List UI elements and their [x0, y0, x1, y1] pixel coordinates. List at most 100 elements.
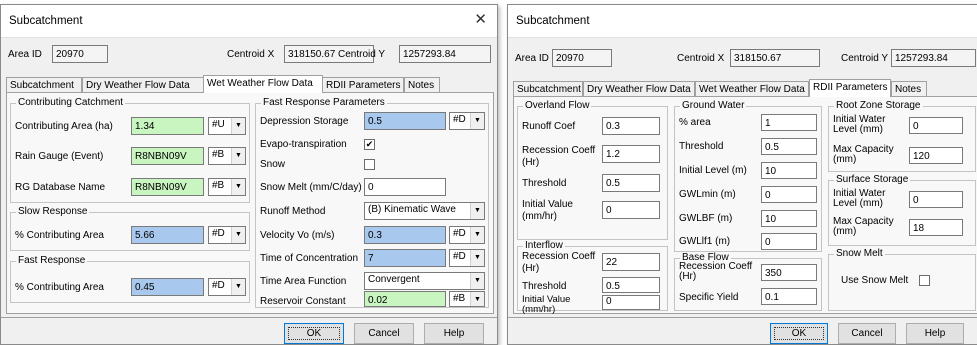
slow-contributing-area-input[interactable]: 5.66: [131, 226, 204, 244]
time-area-function-value: Convergent: [368, 274, 420, 285]
group-title: Snow Melt: [834, 248, 885, 259]
close-icon[interactable]: ✕: [474, 12, 487, 27]
area-id-label: Area ID: [515, 53, 549, 64]
ok-label: OK: [774, 327, 824, 340]
max-capacity-label: Max Capacity (mm): [833, 216, 894, 237]
subcatchment-dialog-rdii: Subcatchment Area ID 20970 Centroid X 31…: [507, 4, 977, 345]
reservoir-flag-select[interactable]: #B ▼: [449, 291, 485, 307]
ok-button[interactable]: OK: [284, 323, 344, 344]
recession-coeff-input[interactable]: 22: [602, 253, 660, 271]
dialog-title: Subcatchment: [516, 15, 590, 27]
tab-subcatchment[interactable]: Subcatchment: [513, 81, 583, 96]
runoff-coef-label: Runoff Coef: [522, 121, 576, 132]
recession-coeff-label: Recession Coeff (Hr): [679, 261, 753, 282]
centroid-y-field[interactable]: 1257293.84: [891, 49, 976, 67]
tab-dry-weather[interactable]: Dry Weather Flow Data: [583, 81, 695, 96]
tab-strip: Subcatchment Dry Weather Flow Data Wet W…: [513, 79, 977, 97]
title-bar: Subcatchment ✕: [1, 5, 497, 38]
group-title: Root Zone Storage: [834, 100, 923, 111]
ground-water-group: Ground Water % area 1 Threshold 0.5 Init…: [674, 100, 822, 252]
rain-gauge-flag-select[interactable]: #B ▼: [208, 147, 246, 165]
time-of-concentration-input[interactable]: 7: [364, 249, 446, 267]
use-snow-melt-checkbox[interactable]: [919, 275, 930, 286]
reservoir-constant-input[interactable]: 0.02: [364, 291, 446, 307]
area-id-field[interactable]: 20970: [552, 49, 612, 67]
centroid-y-field[interactable]: 1257293.84: [399, 45, 491, 63]
initial-level-label: Initial Level (m): [679, 165, 747, 176]
runoff-method-value: (B) Kinematic Wave: [368, 204, 456, 215]
fast-response-group: Fast Response % Contributing Area 0.45 #…: [10, 255, 250, 303]
specific-yield-input[interactable]: 0.1: [761, 288, 817, 305]
fast-flag-select[interactable]: #D ▼: [208, 278, 246, 296]
initial-value-input[interactable]: 0: [602, 201, 660, 219]
snow-melt-input[interactable]: 0: [364, 178, 446, 196]
percent-area-input[interactable]: 1: [761, 114, 817, 131]
initial-water-level-input[interactable]: 0: [909, 191, 963, 208]
tab-wet-weather[interactable]: Wet Weather Flow Data: [203, 75, 323, 93]
slow-flag-select[interactable]: #D ▼: [208, 226, 246, 244]
time-area-function-select[interactable]: Convergent ▼: [364, 272, 485, 290]
initial-water-level-label: Initial Water Level (mm): [833, 188, 886, 209]
initial-level-input[interactable]: 10: [761, 162, 817, 179]
surface-storage-group: Surface Storage Initial Water Level (mm)…: [828, 174, 976, 246]
tab-rdii[interactable]: RDII Parameters: [322, 77, 404, 92]
tab-wet-weather[interactable]: Wet Weather Flow Data: [695, 81, 809, 96]
tab-dry-weather[interactable]: Dry Weather Flow Data: [82, 77, 204, 92]
velocity-input[interactable]: 0.3: [364, 226, 446, 244]
velocity-flag-select[interactable]: #D ▼: [449, 226, 485, 244]
tab-rdii[interactable]: RDII Parameters: [809, 79, 891, 97]
gwlbf-label: GWLBF (m): [679, 213, 733, 224]
divider: [508, 317, 977, 318]
runoff-method-select[interactable]: (B) Kinematic Wave ▼: [364, 202, 485, 220]
cancel-button[interactable]: Cancel: [354, 323, 414, 344]
flag-value: #D: [212, 228, 225, 239]
chevron-down-icon: ▼: [470, 273, 484, 289]
recession-coeff-input[interactable]: 1.2: [602, 145, 660, 163]
contributing-area-flag-select[interactable]: #U ▼: [208, 117, 246, 135]
tab-notes[interactable]: Notes: [891, 81, 927, 96]
depression-flag-select[interactable]: #D ▼: [449, 112, 485, 130]
evapotranspiration-checkbox[interactable]: ✔: [364, 139, 375, 150]
runoff-coef-input[interactable]: 0.3: [602, 117, 660, 135]
gwllf1-input[interactable]: 0: [761, 233, 817, 250]
flag-value: #B: [212, 149, 225, 160]
max-capacity-input[interactable]: 120: [909, 147, 963, 164]
ok-label: OK: [288, 327, 340, 340]
group-title: Fast Response: [16, 255, 88, 266]
cancel-button[interactable]: Cancel: [838, 323, 896, 344]
threshold-input[interactable]: 0.5: [602, 174, 660, 192]
tab-panel: Overland Flow Runoff Coef 0.3 Recession …: [513, 96, 977, 315]
help-button[interactable]: Help: [906, 323, 964, 344]
area-id-field[interactable]: 20970: [52, 45, 108, 63]
help-button[interactable]: Help: [424, 323, 484, 344]
max-capacity-input[interactable]: 18: [909, 219, 963, 236]
group-title: Interflow: [523, 240, 565, 251]
ok-button[interactable]: OK: [770, 323, 828, 344]
rain-gauge-input[interactable]: R8NBN09V: [131, 147, 204, 165]
depression-storage-input[interactable]: 0.5: [364, 112, 446, 130]
group-title: Contributing Catchment: [16, 97, 126, 108]
group-title: Surface Storage: [834, 174, 911, 185]
rg-database-label: RG Database Name: [15, 182, 106, 193]
rg-database-flag-select[interactable]: #B ▼: [208, 178, 246, 196]
threshold-input[interactable]: 0.5: [602, 277, 660, 293]
rg-database-input[interactable]: R8NBN09V: [131, 178, 204, 196]
centroid-x-field[interactable]: 318150.67: [730, 49, 820, 67]
fast-contributing-area-input[interactable]: 0.45: [131, 278, 204, 296]
gwlmin-label: GWLmin (m): [679, 189, 736, 200]
threshold-input[interactable]: 0.5: [761, 138, 817, 155]
initial-water-level-input[interactable]: 0: [909, 117, 963, 134]
centroid-y-label: Centroid Y: [841, 53, 889, 64]
tab-subcatchment[interactable]: Subcatchment: [6, 77, 82, 92]
initial-value-input[interactable]: 0: [602, 295, 660, 310]
gwlmin-input[interactable]: 0: [761, 186, 817, 203]
gwlbf-input[interactable]: 10: [761, 210, 817, 227]
snow-checkbox[interactable]: [364, 159, 375, 170]
contributing-area-input[interactable]: 1.34: [131, 117, 204, 135]
tab-notes[interactable]: Notes: [404, 77, 440, 92]
group-title: Ground Water: [680, 100, 747, 111]
group-title: Fast Response Parameters: [261, 97, 387, 108]
recession-coeff-input[interactable]: 350: [761, 264, 817, 281]
tab-panel: Contributing Catchment Contributing Area…: [6, 92, 494, 314]
toc-flag-select[interactable]: #D ▼: [449, 249, 485, 267]
